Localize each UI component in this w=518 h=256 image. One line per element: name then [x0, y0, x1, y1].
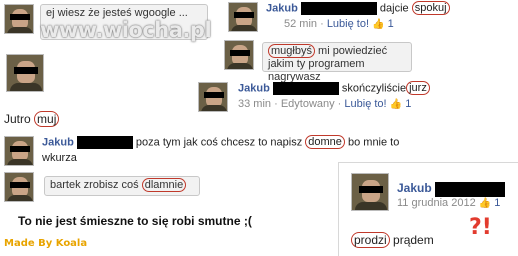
like-link[interactable]: Lubię to!: [327, 18, 369, 30]
comment-meta: 33 min · Edytowany · Lubię to! 👍 1: [238, 98, 412, 110]
like-count[interactable]: 1: [388, 18, 394, 30]
timestamp: 52 min: [284, 18, 318, 30]
redaction-bar: [300, 2, 377, 15]
author-name[interactable]: Jakub: [238, 82, 270, 94]
like-count[interactable]: 1: [494, 197, 500, 209]
circled-word: spokuj: [411, 1, 450, 16]
thumbs-up-icon: 👍: [389, 99, 403, 110]
author-name[interactable]: Jakub: [397, 181, 432, 195]
comment-header: Jakub skończyliście jurz: [238, 81, 430, 96]
avatar[interactable]: [4, 4, 34, 34]
exclamation-mark: ?!: [469, 215, 492, 240]
post-date: 11 grudnia 2012: [397, 197, 476, 209]
watermark: www.wiocha.pl: [40, 18, 212, 42]
post-card: Jakub 11 grudnia 2012 👍 1 prodzi prądem …: [338, 162, 518, 256]
avatar[interactable]: [224, 40, 254, 70]
circled-word: domne: [305, 135, 345, 150]
caption: To nie jest śmieszne to się robi smutne …: [18, 214, 252, 228]
comment-header: Jakub dajcie spokuj: [266, 1, 450, 16]
avatar[interactable]: [228, 2, 258, 32]
message-bubble: mugłbyś mi powiedzieć jakim ty programem…: [262, 42, 412, 83]
message-text-line2: wkurza: [42, 152, 77, 164]
circled-word: muj: [34, 111, 60, 127]
thumbs-up-icon: 👍: [372, 19, 385, 30]
circled-word: prodzi: [351, 232, 390, 248]
circled-word: mugłbyś: [268, 44, 315, 58]
redaction-bar: [434, 181, 505, 197]
edited-label: Edytowany: [280, 98, 335, 110]
post-header: Jakub: [397, 181, 505, 197]
credit: Made By Koala: [4, 238, 88, 249]
avatar[interactable]: [4, 172, 34, 202]
like-count[interactable]: 1: [405, 98, 411, 110]
thumbs-up-icon: 👍: [478, 198, 492, 209]
redaction-bar: [272, 82, 339, 95]
message-text: Jutro muj: [4, 111, 60, 127]
post-text: prodzi prądem: [351, 232, 434, 248]
avatar[interactable]: [351, 173, 389, 211]
comment-meta: 52 min · Lubię to! 👍 1: [284, 18, 394, 30]
timestamp: 33 min: [238, 98, 272, 110]
post-meta: 11 grudnia 2012 👍 1: [397, 197, 500, 209]
avatar[interactable]: [6, 54, 44, 92]
like-link[interactable]: Lubię to!: [344, 98, 386, 110]
avatar[interactable]: [198, 82, 228, 112]
avatar[interactable]: [4, 136, 34, 166]
circled-word: jurz: [406, 81, 430, 96]
circled-word: dlamnie: [141, 178, 187, 192]
redaction-bar: [76, 136, 133, 149]
author-name[interactable]: Jakub: [266, 2, 298, 14]
comment-header: Jakub poza tym jak coś chcesz to napisz …: [42, 135, 400, 150]
message-bubble: bartek zrobisz coś dlamnie: [44, 176, 200, 196]
author-name[interactable]: Jakub: [42, 136, 74, 148]
